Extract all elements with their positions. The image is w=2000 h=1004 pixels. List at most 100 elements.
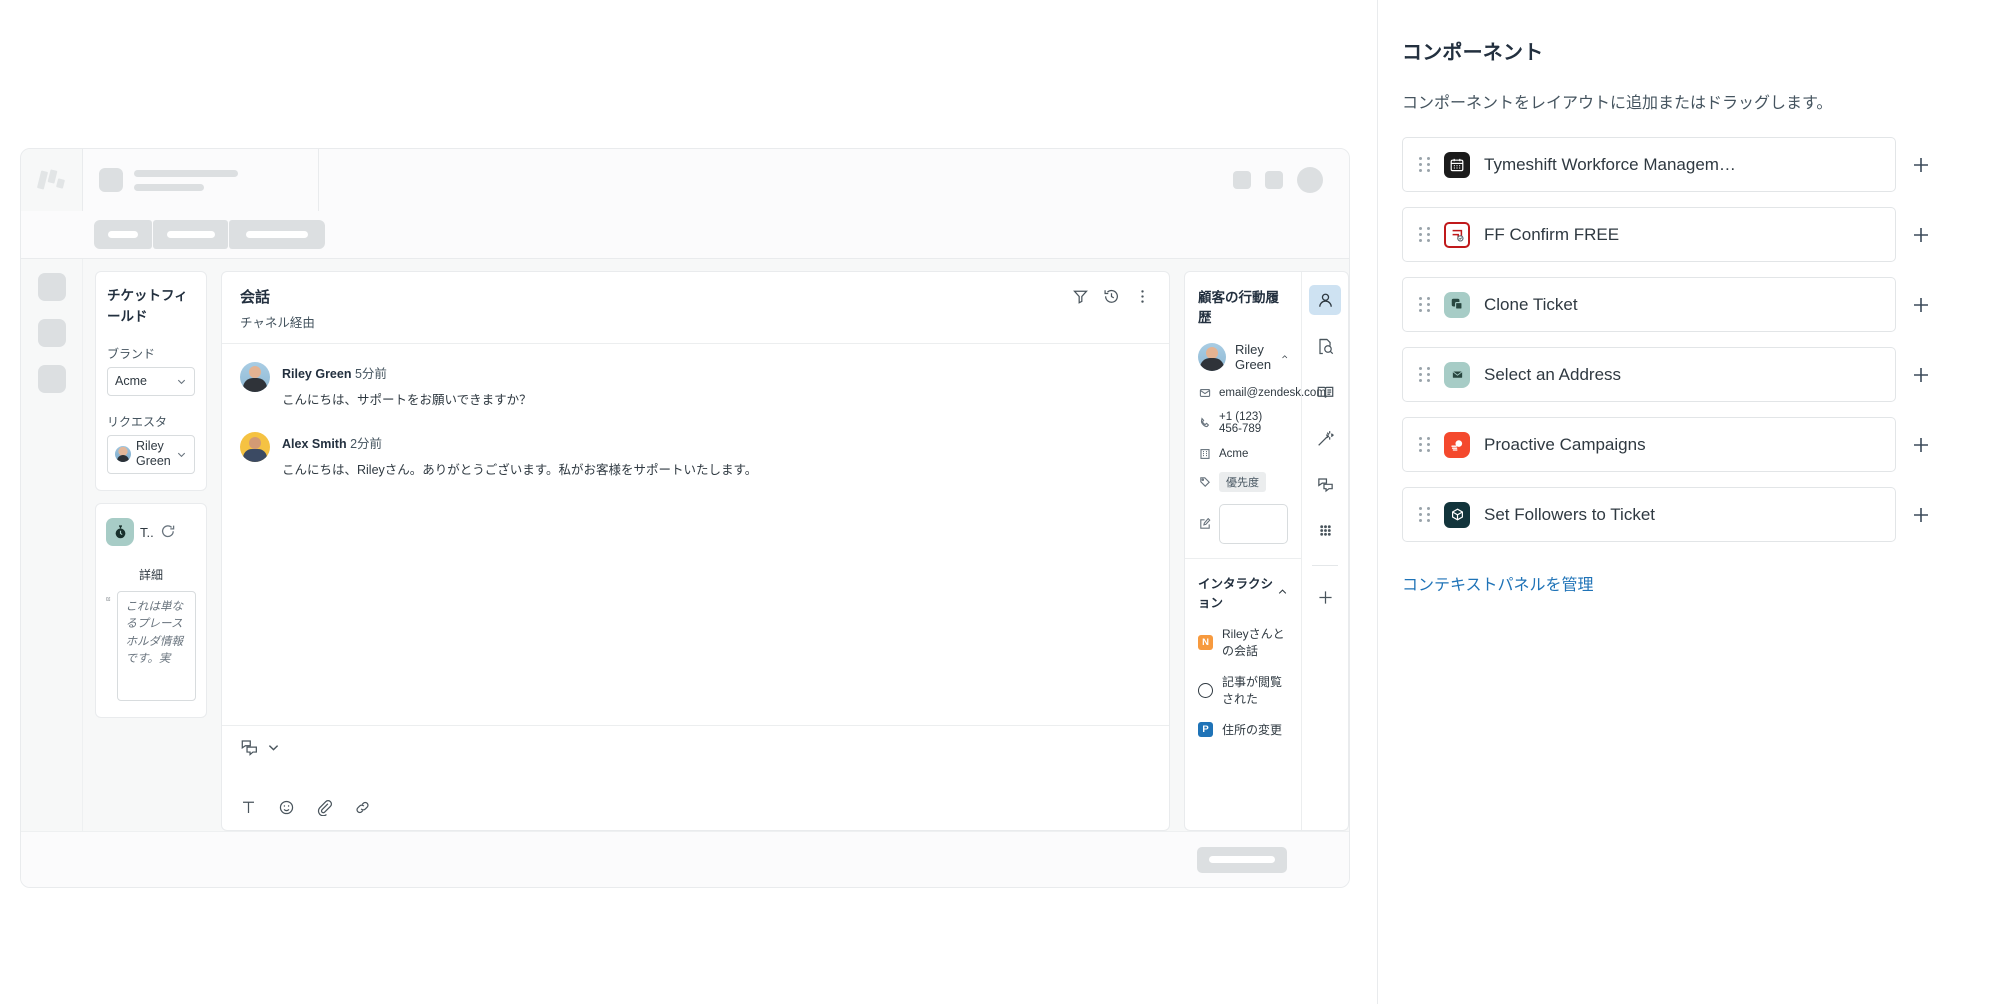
apps-grid-tab-icon[interactable] [1309, 515, 1341, 545]
component-item-tymeshift[interactable]: Tymeshift Workforce Managem… [1402, 137, 1896, 192]
component-label: Proactive Campaigns [1484, 434, 1646, 454]
email-icon [1198, 386, 1211, 399]
refresh-icon[interactable] [160, 524, 176, 540]
placeholder-line [134, 169, 238, 177]
message-text: こんにちは、サポートをお願いできますか？ [282, 393, 532, 407]
drag-handle-icon[interactable] [1419, 367, 1430, 382]
chevron-up-icon [1281, 355, 1287, 359]
edit-note-icon[interactable] [106, 591, 111, 607]
add-component-button[interactable] [1902, 356, 1940, 394]
context-panel-rail [1301, 272, 1348, 830]
add-component-button[interactable] [1902, 216, 1940, 254]
ff-confirm-icon [1444, 221, 1470, 248]
component-row: Proactive Campaigns [1402, 417, 1940, 472]
context-user-name: Riley Green [1235, 342, 1272, 372]
placeholder-nav-icon [37, 319, 66, 347]
divider [1312, 565, 1338, 566]
component-row: Tymeshift Workforce Managem… [1402, 137, 1940, 192]
emoji-icon[interactable] [278, 799, 295, 816]
placeholder-nav-icon [37, 273, 66, 301]
interaction-item[interactable]: P 住所の変更 [1198, 721, 1288, 738]
context-note-row [1198, 504, 1288, 544]
interaction-item[interactable]: N Rileyさんとの会話 [1198, 625, 1288, 659]
more-options-icon[interactable] [1134, 288, 1151, 305]
placeholder-submit-button [1197, 846, 1287, 873]
placeholder-button [1265, 171, 1283, 189]
component-list: Tymeshift Workforce Managem… FF Confirm … [1402, 137, 1940, 542]
chevron-down-icon [177, 452, 186, 458]
message-item: Riley Green 5分前 こんにちは、サポートをお願いできますか？ [240, 362, 1151, 410]
requester-value: Riley Green [136, 438, 171, 469]
placeholder-nav-icon [37, 365, 66, 393]
component-item-ff-confirm[interactable]: FF Confirm FREE [1402, 207, 1896, 262]
component-row: FF Confirm FREE [1402, 207, 1940, 262]
brand-label: ブランド [107, 346, 156, 361]
add-app-tab-icon[interactable] [1309, 582, 1341, 612]
text-format-icon[interactable] [240, 799, 257, 816]
interactions-header[interactable]: インタラクション [1198, 573, 1288, 611]
user-profile-tab-icon[interactable] [1309, 285, 1341, 315]
composer-toolbar [240, 757, 1151, 830]
add-component-button[interactable] [1902, 286, 1940, 324]
ticket-search-tab-icon[interactable] [1309, 331, 1341, 361]
component-row: Set Followers to Ticket [1402, 487, 1940, 542]
conversation-card: 会話 チャネル経由 Riley Green 5分前 こんにちは、サポートをお願い… [221, 271, 1170, 831]
conversation-badge-icon: N [1198, 634, 1213, 650]
brand-select[interactable]: Acme [107, 366, 195, 396]
filter-icon[interactable] [1072, 288, 1089, 305]
ticket-summary-placeholder [83, 149, 319, 211]
conversation-title: 会話 [240, 289, 271, 306]
preview-left-rail [21, 259, 83, 831]
component-item-proactive-campaigns[interactable]: Proactive Campaigns [1402, 417, 1896, 472]
interaction-item[interactable]: 記事が閲覧された [1198, 673, 1288, 707]
ticket-fields-column: チケットフィールド ブランド Acme リクエスタ Riley Green T.… [95, 271, 207, 831]
context-user-row[interactable]: Riley Green [1198, 342, 1288, 372]
link-icon[interactable] [354, 799, 371, 816]
drag-handle-icon[interactable] [1419, 507, 1430, 522]
drag-handle-icon[interactable] [1419, 297, 1430, 312]
component-item-clone-ticket[interactable]: Clone Ticket [1402, 277, 1896, 332]
context-org: Acme [1219, 447, 1249, 460]
component-item-select-address[interactable]: Select an Address [1402, 347, 1896, 402]
drag-handle-icon[interactable] [1419, 157, 1430, 172]
placeholder-tab [153, 220, 228, 249]
organization-icon [1198, 447, 1211, 460]
add-component-button[interactable] [1902, 496, 1940, 534]
preview-content: チケットフィールド ブランド Acme リクエスタ Riley Green T.… [83, 259, 1349, 831]
history-icon[interactable] [1103, 288, 1120, 305]
conversation-header-actions [1072, 286, 1151, 305]
drag-handle-icon[interactable] [1419, 227, 1430, 242]
side-conversations-tab-icon[interactable] [1309, 469, 1341, 499]
add-component-button[interactable] [1902, 146, 1940, 184]
drag-handle-icon[interactable] [1419, 437, 1430, 452]
context-tag[interactable]: 優先度 [1219, 472, 1266, 492]
ticket-app-card: T.. 詳細 これは単なるプレースホルダ情報です。実 [95, 503, 207, 719]
ai-assist-tab-icon[interactable] [1309, 423, 1341, 453]
context-note-input[interactable] [1219, 504, 1288, 544]
message-body: Alex Smith 2分前 こんにちは、Rileyさん。ありがとうございます。… [282, 432, 757, 480]
message-item: Alex Smith 2分前 こんにちは、Rileyさん。ありがとうございます。… [240, 431, 1151, 480]
component-label: FF Confirm FREE [1484, 224, 1620, 244]
component-item-set-followers[interactable]: Set Followers to Ticket [1402, 487, 1896, 542]
interaction-label: 住所の変更 [1222, 723, 1283, 737]
knowledge-tab-icon[interactable] [1309, 377, 1341, 407]
attachment-icon[interactable] [316, 799, 333, 816]
context-panel-main: 顧客の行動履歴 Riley Green email@zendesk.com +1… [1185, 272, 1326, 830]
zendesk-logo-icon [36, 169, 65, 190]
panel-description: コンポーネントをレイアウトに追加またはドラッグします。 [1402, 95, 1833, 112]
calendar-icon [1444, 151, 1470, 178]
manage-context-panel-link[interactable]: コンテキストパネルを管理 [1402, 571, 1940, 595]
add-component-button[interactable] [1902, 426, 1940, 464]
tabstrip-inner [83, 220, 325, 249]
phone-icon [1198, 417, 1211, 430]
ticket-fields-card: チケットフィールド ブランド Acme リクエスタ Riley Green [95, 271, 207, 492]
component-row: Clone Ticket [1402, 277, 1940, 332]
preview-tabstrip [21, 211, 1349, 259]
component-label: Clone Ticket [1484, 294, 1578, 314]
message-time: 5分前 [354, 367, 387, 381]
context-user-details: email@zendesk.com +1 (123) 456-789 Acme [1198, 386, 1326, 544]
composer-channel-selector[interactable] [240, 738, 1151, 757]
layout-preview-window: チケットフィールド ブランド Acme リクエスタ Riley Green T.… [20, 148, 1350, 888]
requester-select[interactable]: Riley Green [107, 434, 195, 475]
conversation-header-text: 会話 チャネル経由 [240, 286, 1072, 331]
